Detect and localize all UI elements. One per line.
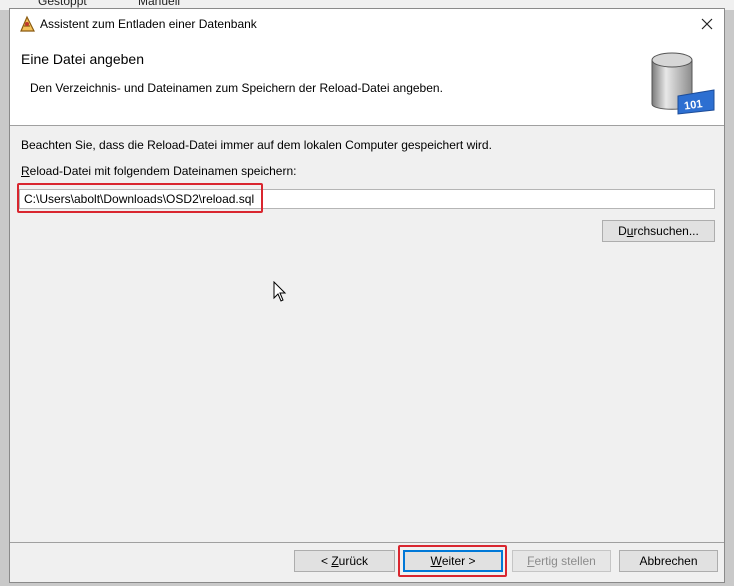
back-button[interactable]: < Zurück	[294, 550, 395, 572]
window-title: Assistent zum Entladen einer Datenbank	[40, 17, 257, 31]
title-bar: Assistent zum Entladen einer Datenbank	[10, 9, 724, 38]
footer-separator	[10, 542, 724, 543]
mouse-pointer-icon	[273, 281, 287, 302]
database-icon-label: 101	[683, 98, 703, 112]
page-subtitle: Den Verzeichnis- und Dateinamen zum Spei…	[30, 81, 443, 95]
close-button[interactable]	[690, 9, 724, 38]
reload-label-rest: eload-Datei mit folgendem Dateinamen spe…	[29, 164, 297, 178]
local-save-note: Beachten Sie, dass die Reload-Datei imme…	[21, 138, 492, 152]
reload-file-path-input[interactable]	[19, 189, 715, 209]
close-icon	[701, 18, 713, 29]
wizard-app-icon	[20, 15, 35, 32]
finish-button[interactable]: Fertig stellen	[512, 550, 611, 572]
reload-file-label: Reload-Datei mit folgendem Dateinamen sp…	[21, 164, 296, 178]
background-status-text: Gestoppt	[38, 0, 87, 8]
background-starttype-text: Manuell	[138, 0, 181, 8]
next-button[interactable]: Weiter >	[403, 550, 503, 572]
browse-button[interactable]: Du rchsuchen...	[602, 220, 715, 242]
page-title: Eine Datei angeben	[21, 51, 144, 67]
wizard-header: Eine Datei angeben Den Verzeichnis- und …	[10, 38, 724, 126]
cancel-button[interactable]: Abbrechen	[619, 550, 718, 572]
reload-label-access-key: R	[21, 164, 30, 178]
database-icon: 101	[651, 52, 715, 115]
unload-wizard-dialog: Assistent zum Entladen einer Datenbank E…	[9, 8, 725, 583]
